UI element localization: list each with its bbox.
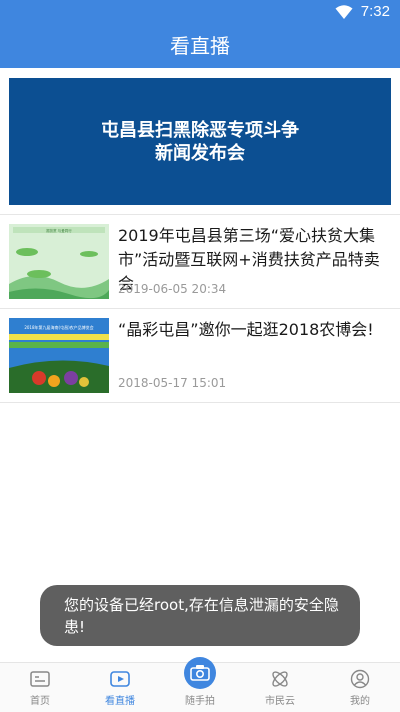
tab-home[interactable]: 首页	[0, 663, 80, 712]
status-time: 7:32	[360, 3, 390, 20]
tab-live-label: 看直播	[105, 696, 135, 707]
thumb-caption-2: 2018年第九届海南(屯昌)农产品博览会	[24, 324, 93, 330]
camera-button[interactable]	[184, 657, 216, 689]
news-item-1[interactable]: 振扶贫 与爱同行 2019年屯昌县第三场“爱心扶贫大集市”活动暨互联网+消费扶贫…	[0, 215, 400, 308]
news-title-2: “晶彩屯昌”邀你一起逛2018农博会!	[118, 320, 374, 339]
tab-snapshot-label: 随手拍	[185, 696, 215, 707]
home-icon	[30, 671, 50, 687]
root-warning-toast: 您的设备已经root,存在信息泄漏的安全隐患!	[40, 585, 360, 646]
divider	[0, 402, 400, 403]
news-thumbnail-2: 2018年第九届海南(屯昌)农产品博览会	[9, 318, 109, 393]
toast-message: 您的设备已经root,存在信息泄漏的安全隐患!	[64, 596, 339, 636]
live-play-icon	[110, 671, 130, 687]
tab-home-label: 首页	[30, 696, 50, 707]
news-item-2[interactable]: 2018年第九届海南(屯昌)农产品博览会 “晶彩屯昌”邀你一起逛2018农博会!…	[0, 309, 400, 402]
tab-citizen-cloud[interactable]: 市民云	[240, 663, 320, 712]
profile-icon	[350, 669, 370, 689]
camera-icon	[190, 665, 210, 681]
bottom-tab-bar: 首页 看直播 随手拍 市民云 我的	[0, 657, 400, 712]
news-thumbnail-1: 振扶贫 与爱同行	[9, 224, 109, 299]
thumb-caption-1: 振扶贫 与爱同行	[46, 228, 72, 233]
tab-profile-label: 我的	[350, 696, 370, 707]
news-time-1: 2019-06-05 20:34	[118, 282, 227, 296]
tab-live[interactable]: 看直播	[80, 663, 160, 712]
citizen-cloud-icon	[272, 671, 288, 687]
page-title: 看直播	[0, 24, 400, 68]
wifi-icon	[335, 4, 353, 19]
tab-profile[interactable]: 我的	[320, 663, 400, 712]
tab-citizen-cloud-label: 市民云	[265, 696, 295, 707]
banner-line2: 新闻发布会	[155, 142, 245, 164]
news-time-2: 2018-05-17 15:01	[118, 376, 227, 390]
tab-snapshot[interactable]: 随手拍	[160, 657, 240, 712]
banner-line1: 屯昌县扫黑除恶专项斗争	[101, 119, 299, 141]
status-bar: 7:32	[0, 0, 400, 24]
banner[interactable]: 屯昌县扫黑除恶专项斗争 新闻发布会	[9, 78, 391, 205]
